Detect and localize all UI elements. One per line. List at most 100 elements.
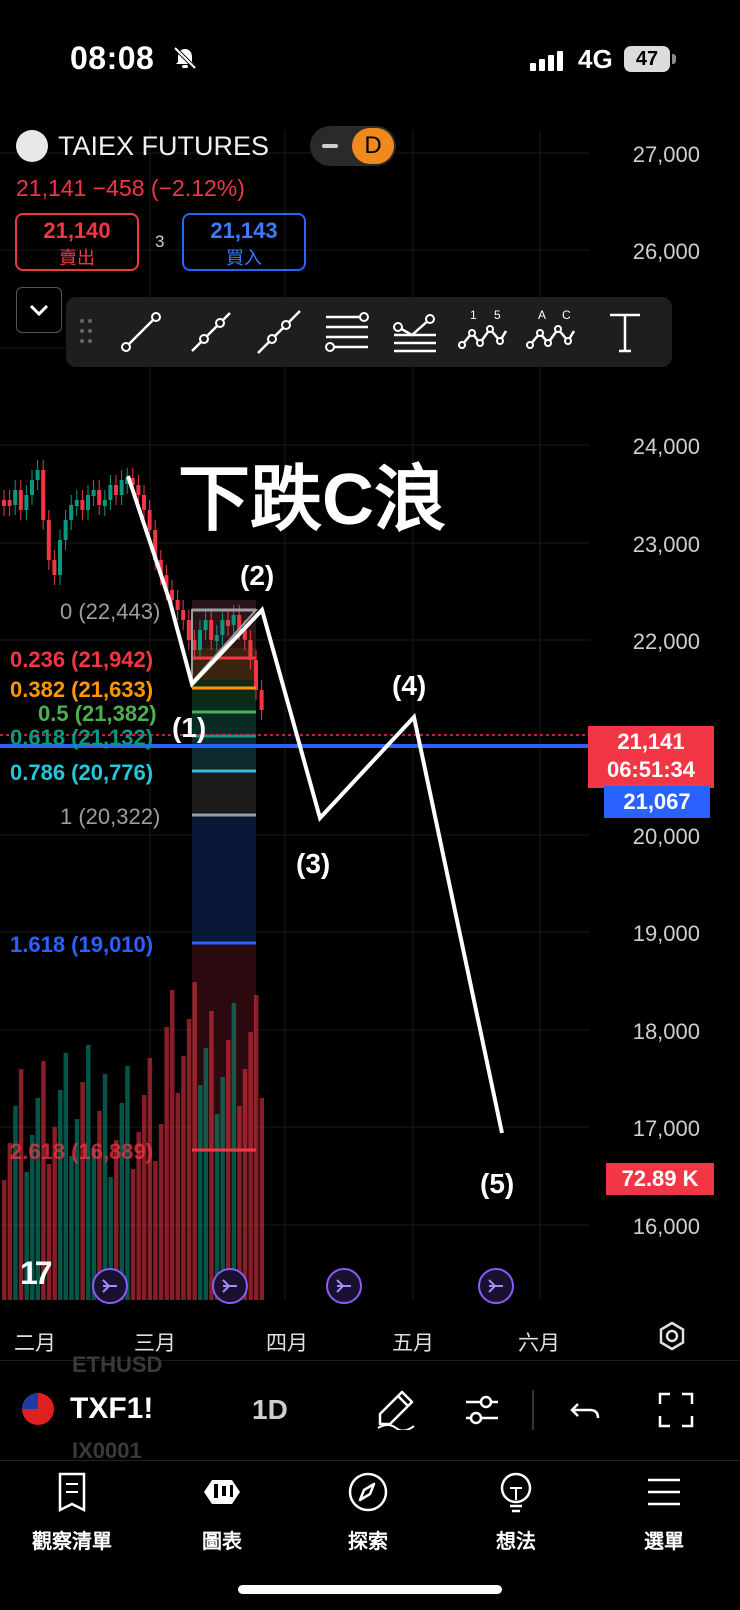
candle-body <box>58 540 62 575</box>
settings-icon[interactable] <box>656 1320 688 1352</box>
volume-bar <box>63 1053 69 1300</box>
chart-annotation-title[interactable]: 下跌C浪 <box>178 440 446 545</box>
nav-chart[interactable]: 圖表 <box>162 1470 282 1554</box>
elliott-impulse-icon[interactable]: 15 <box>456 305 510 359</box>
volume-bar <box>220 1077 225 1300</box>
candle-body <box>7 500 12 506</box>
candle-body <box>181 610 186 620</box>
y-tick: 22,000 <box>632 629 700 654</box>
pen-icon[interactable] <box>374 1386 418 1430</box>
volume-bar <box>13 1106 18 1300</box>
candle-body <box>142 495 146 510</box>
ray-icon[interactable] <box>184 305 238 359</box>
collapse-button[interactable] <box>16 287 62 333</box>
candle-body <box>69 505 74 520</box>
elliott-correction-icon[interactable]: AC <box>524 305 578 359</box>
volume-tag: 72.89 K <box>606 1163 714 1195</box>
status-time: 08:08 <box>70 40 155 76</box>
minus-icon[interactable] <box>322 144 338 148</box>
tradingview-logo: 17 <box>20 1255 53 1291</box>
x-tick: 六月 <box>518 1332 560 1355</box>
home-indicator[interactable] <box>238 1585 502 1594</box>
event-icon[interactable] <box>478 1268 514 1304</box>
candle-body <box>91 490 96 496</box>
undo-icon[interactable] <box>568 1392 604 1428</box>
arrow-right-icon <box>222 1279 237 1293</box>
symbol-name[interactable]: TAIEX FUTURES <box>58 131 269 162</box>
wave-label-2[interactable]: (2) <box>240 560 274 592</box>
volume-bar <box>175 1093 181 1300</box>
volume-bar <box>203 1048 209 1300</box>
candle-body <box>24 495 29 510</box>
wave-label-1[interactable]: (1) <box>172 712 206 744</box>
bell-muted-icon <box>173 46 197 70</box>
volume-bar <box>153 1161 158 1300</box>
volume-bar <box>186 1019 192 1300</box>
volume-bar <box>242 1069 248 1300</box>
buy-button[interactable]: 21,143 買入 <box>182 213 306 271</box>
nav-ideas[interactable]: 想法 <box>456 1470 576 1554</box>
volume-bar <box>158 1124 164 1300</box>
trend-line-icon[interactable] <box>114 305 168 359</box>
candle-body <box>214 635 219 641</box>
svg-text:C: C <box>562 308 571 322</box>
nav-menu[interactable]: 選單 <box>604 1470 724 1554</box>
volume-bar <box>248 1032 253 1300</box>
volume-bar <box>102 1074 108 1300</box>
indicators-icon[interactable] <box>462 1390 502 1430</box>
event-icon[interactable] <box>212 1268 248 1304</box>
x-tick: 二月 <box>14 1332 56 1355</box>
nav-label: 想法 <box>496 1531 536 1553</box>
svg-text:5: 5 <box>494 308 501 322</box>
candle-body <box>114 485 118 495</box>
signal-icon <box>530 51 563 71</box>
interval-selector[interactable]: 1D <box>252 1394 288 1426</box>
event-icon[interactable] <box>92 1268 128 1304</box>
volume-bar <box>259 1098 265 1300</box>
candle-body <box>13 490 18 505</box>
extended-line-icon[interactable] <box>252 305 306 359</box>
watchlist-icon <box>58 1472 86 1513</box>
spread: 3 <box>155 232 165 251</box>
interval-badge[interactable]: D <box>352 128 394 164</box>
candle-body <box>147 510 152 530</box>
chart-icon <box>204 1480 240 1504</box>
ghost-symbol-above: ETHUSD <box>72 1352 163 1377</box>
candle-body <box>80 500 85 510</box>
volume-bar <box>2 1180 7 1300</box>
y-tick: 16,000 <box>632 1214 700 1239</box>
svg-text:1: 1 <box>470 308 477 322</box>
fib-extension-icon[interactable] <box>388 305 442 359</box>
sell-button[interactable]: 21,140 賣出 <box>15 213 139 271</box>
candle-body <box>198 630 202 650</box>
candle-body <box>136 485 141 495</box>
wave-label-3[interactable]: (3) <box>296 848 330 880</box>
wave-label-5[interactable]: (5) <box>480 1168 514 1200</box>
symbol-logo[interactable] <box>16 130 48 162</box>
wave-label-4[interactable]: (4) <box>392 670 426 702</box>
candle-body <box>41 470 46 520</box>
volume-bar <box>198 1085 203 1300</box>
fib-retracement-icon[interactable] <box>320 305 374 359</box>
symbol-ticker[interactable]: TXF1! <box>70 1392 153 1426</box>
event-icon[interactable] <box>326 1268 362 1304</box>
ideas-icon <box>500 1472 532 1513</box>
drag-handle-icon[interactable] <box>78 317 94 347</box>
text-tool-icon[interactable] <box>598 305 652 359</box>
nav-label: 探索 <box>348 1531 388 1553</box>
explore-icon <box>348 1472 388 1512</box>
nav-watchlist[interactable]: 觀察清單 <box>12 1470 132 1554</box>
sell-label: 賣出 <box>59 248 95 268</box>
y-tick: 24,000 <box>632 434 700 459</box>
y-tick: 27,000 <box>632 142 700 167</box>
nav-explore[interactable]: 探索 <box>308 1470 428 1554</box>
buy-label: 買入 <box>226 248 262 268</box>
fullscreen-icon[interactable] <box>656 1390 696 1430</box>
candle-body <box>186 620 191 640</box>
volume-bar <box>7 1143 13 1300</box>
last-price-value: 21,141 <box>617 729 685 754</box>
volume-bar <box>254 995 259 1300</box>
y-tick: 26,000 <box>632 239 700 264</box>
fib-label: 0.236 (21,942) <box>10 647 154 672</box>
candle-body <box>226 620 230 626</box>
